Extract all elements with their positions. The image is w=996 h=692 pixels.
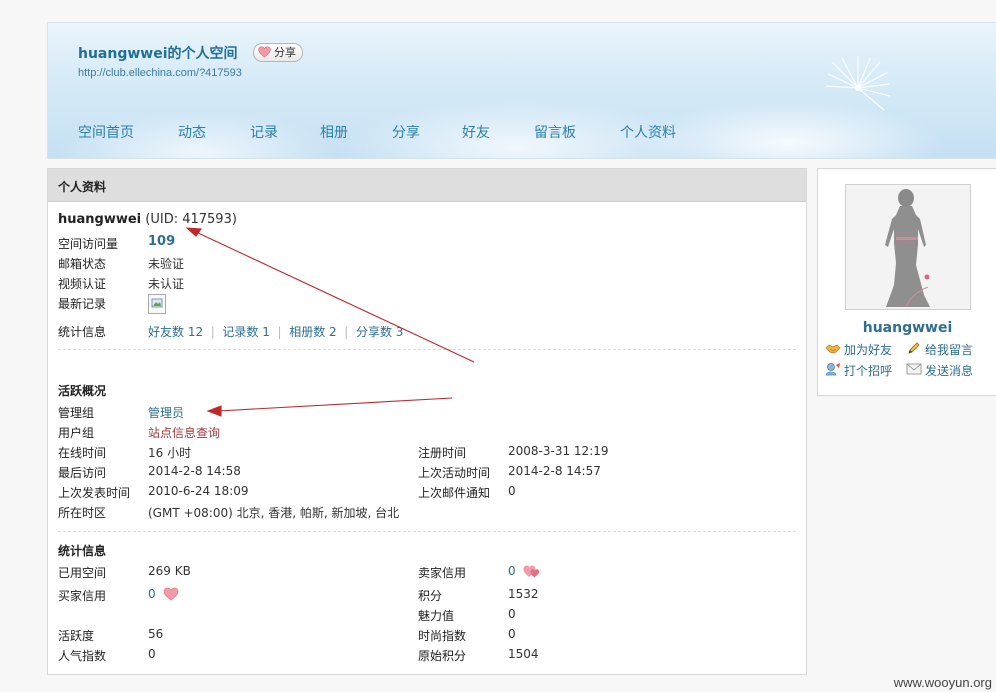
- leave-message-label: 给我留言: [925, 343, 974, 357]
- avatar[interactable]: [845, 184, 971, 310]
- stats-section-title: 统计信息: [58, 544, 107, 558]
- profile-panel: 个人资料 huangwwei (UID: 417593) 空间访问量 109 邮…: [47, 168, 807, 675]
- seller-credit-value[interactable]: 0: [508, 564, 516, 578]
- register-time-label: 注册时间: [418, 446, 467, 460]
- used-space-label: 已用空间: [58, 566, 107, 580]
- heart-icon: [258, 46, 271, 58]
- last-post-label: 上次发表时间: [58, 486, 131, 500]
- nav-records[interactable]: 记录: [250, 122, 278, 142]
- last-visit-value: 2014-2-8 14:58: [148, 464, 241, 478]
- stats-links: 好友数 12 | 记录数 1 | 相册数 2 | 分享数 3: [148, 323, 403, 340]
- watermark: www.wooyun.org: [893, 675, 992, 690]
- activity-level-value: 56: [148, 627, 164, 641]
- popularity-value: 0: [148, 647, 156, 661]
- nav-feed[interactable]: 动态: [178, 122, 206, 142]
- card-username[interactable]: huangwwei: [818, 320, 996, 336]
- pencil-icon: [908, 342, 920, 354]
- greet-label: 打个招呼: [844, 364, 893, 378]
- share-button[interactable]: 分享: [253, 43, 303, 62]
- separator: |: [340, 325, 353, 339]
- nav-share[interactable]: 分享: [392, 122, 420, 142]
- online-time-label: 在线时间: [58, 446, 107, 460]
- nav-friends[interactable]: 好友: [462, 122, 490, 142]
- points-value: 1532: [508, 587, 539, 601]
- greeting-icon: [825, 363, 840, 376]
- admin-group-label: 管理组: [58, 406, 95, 420]
- last-active-value: 2014-2-8 14:57: [508, 464, 601, 478]
- points-label: 积分: [418, 589, 443, 603]
- profile-card: huangwwei 加为好友 给我留言 打个招呼 发送消息: [817, 168, 996, 396]
- raw-points-value: 1504: [508, 647, 539, 661]
- panel-title: 个人资料: [58, 180, 107, 194]
- profile-username: huangwwei: [58, 212, 142, 227]
- seller-credit: 0: [508, 564, 541, 578]
- fashion-index-value: 0: [508, 627, 516, 641]
- activity-section-title: 活跃概况: [58, 384, 107, 398]
- albums-count-link[interactable]: 相册数 2: [289, 325, 336, 339]
- raw-points-label: 原始积分: [418, 649, 467, 663]
- last-mail-label: 上次邮件通知: [418, 486, 491, 500]
- handshake-icon: [825, 344, 841, 354]
- leave-message-button[interactable]: 给我留言: [908, 341, 974, 358]
- space-header: huangwwei的个人空间 分享 http://club.ellechina.…: [47, 22, 996, 159]
- divider: [58, 531, 796, 532]
- profile-identity: huangwwei (UID: 417593): [58, 212, 237, 227]
- video-auth-value: 未认证: [148, 277, 185, 291]
- double-heart-icon: [523, 565, 540, 578]
- send-message-label: 发送消息: [925, 364, 974, 378]
- charm-label: 魅力值: [418, 609, 455, 623]
- broken-image-icon[interactable]: [148, 294, 166, 314]
- nav-guestbook[interactable]: 留言板: [534, 122, 576, 142]
- user-group-label: 用户组: [58, 426, 95, 440]
- activity-level-label: 活跃度: [58, 629, 95, 643]
- last-visit-label: 最后访问: [58, 466, 107, 480]
- fashion-index-label: 时尚指数: [418, 629, 467, 643]
- space-title-link[interactable]: huangwwei的个人空间: [78, 43, 238, 63]
- add-friend-label: 加为好友: [844, 343, 893, 357]
- charm-value: 0: [508, 607, 516, 621]
- share-label: 分享: [274, 46, 296, 59]
- separator: |: [273, 325, 286, 339]
- panel-header: 个人资料: [48, 169, 806, 202]
- timezone-label: 所在时区: [58, 506, 107, 520]
- last-active-label: 上次活动时间: [418, 466, 491, 480]
- latest-record-label: 最新记录: [58, 297, 107, 311]
- buyer-credit: 0: [148, 587, 179, 601]
- timezone-value: (GMT +08:00) 北京, 香港, 帕斯, 新加坡, 台北: [148, 506, 400, 520]
- admin-group-link[interactable]: 管理员: [148, 404, 184, 421]
- shares-count-link[interactable]: 分享数 3: [356, 325, 403, 339]
- records-count-link[interactable]: 记录数 1: [222, 325, 269, 339]
- heart-icon: [164, 587, 179, 601]
- nav-home[interactable]: 空间首页: [78, 122, 134, 142]
- online-time-value: 16 小时: [148, 446, 192, 460]
- video-auth-label: 视频认证: [58, 277, 107, 291]
- buyer-credit-value[interactable]: 0: [148, 587, 156, 601]
- nav-album[interactable]: 相册: [320, 122, 348, 142]
- used-space-value: 269 KB: [148, 564, 191, 578]
- seller-credit-label: 卖家信用: [418, 566, 467, 580]
- divider: [58, 349, 796, 350]
- email-status-label: 邮箱状态: [58, 257, 107, 271]
- separator: |: [206, 325, 219, 339]
- email-status-value: 未验证: [148, 257, 185, 271]
- last-post-value: 2010-6-24 18:09: [148, 484, 249, 498]
- user-group-link[interactable]: 站点信息查询: [148, 424, 220, 441]
- popularity-label: 人气指数: [58, 649, 107, 663]
- greet-button[interactable]: 打个招呼: [825, 362, 893, 379]
- envelope-icon: [906, 363, 922, 375]
- visits-label: 空间访问量: [58, 237, 119, 251]
- register-time-value: 2008-3-31 12:19: [508, 444, 609, 458]
- add-friend-button[interactable]: 加为好友: [825, 341, 893, 358]
- stats-info-label: 统计信息: [58, 325, 107, 339]
- space-url-link[interactable]: http://club.ellechina.com/?417593: [78, 67, 242, 79]
- visits-value: 109: [148, 234, 176, 249]
- last-mail-value: 0: [508, 484, 516, 498]
- buyer-credit-label: 买家信用: [58, 589, 107, 603]
- dandelion-decoration: [825, 56, 891, 111]
- send-message-button[interactable]: 发送消息: [906, 362, 974, 379]
- profile-uid: (UID: 417593): [145, 212, 237, 227]
- avatar-silhouette: [885, 189, 930, 308]
- nav-profile[interactable]: 个人资料: [620, 122, 676, 142]
- friends-count-link[interactable]: 好友数 12: [148, 325, 203, 339]
